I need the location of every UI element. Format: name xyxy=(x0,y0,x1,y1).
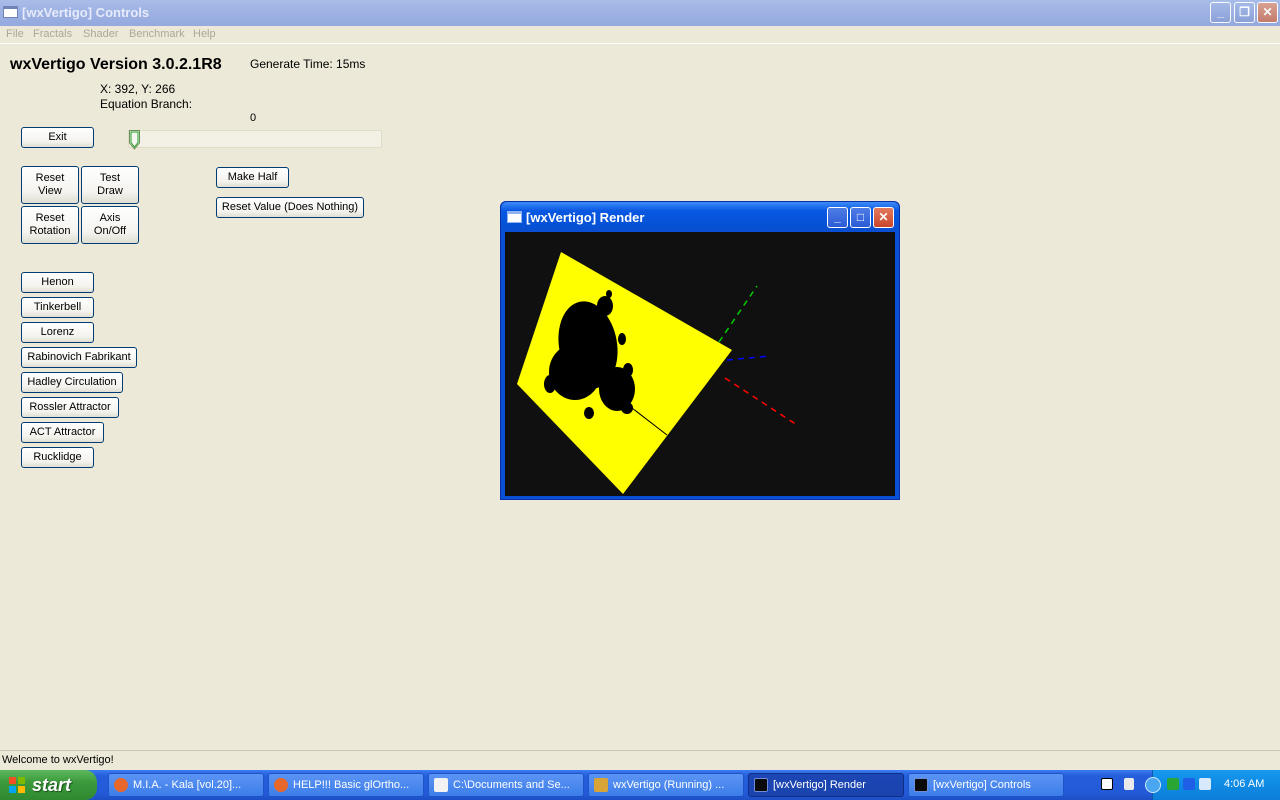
render-maximize-button[interactable]: □ xyxy=(850,207,871,228)
firefox-icon xyxy=(274,778,288,792)
axis-y-line xyxy=(718,285,758,343)
menu-file[interactable]: File xyxy=(6,28,24,40)
menu-bar: File Fractals Shader Benchmark Help xyxy=(0,26,1280,44)
task-label: [wxVertigo] Controls xyxy=(933,779,1031,791)
menu-help[interactable]: Help xyxy=(193,28,216,40)
task-help-glortho[interactable]: HELP!!! Basic glOrtho... xyxy=(268,773,424,797)
task-wxvertigo-render[interactable]: [wxVertigo] Render xyxy=(748,773,904,797)
tray-app-icon[interactable] xyxy=(1167,778,1179,790)
axis-x-line xyxy=(724,377,798,426)
slider-value-label: 0 xyxy=(250,112,257,124)
render-window-icon xyxy=(507,211,522,223)
fractal-rossler-button[interactable]: Rossler Attractor xyxy=(21,397,119,418)
render-minimize-button[interactable]: _ xyxy=(827,207,848,228)
clock: 4:06 AM xyxy=(1224,778,1265,790)
render-window[interactable]: [wxVertigo] Render _ □ ✕ xyxy=(500,201,900,500)
task-wxvertigo-running[interactable]: wxVertigo (Running) ... xyxy=(588,773,744,797)
task-label: wxVertigo (Running) ... xyxy=(613,779,725,791)
minimize-button[interactable]: _ xyxy=(1210,2,1231,23)
fractal-hadley-button[interactable]: Hadley Circulation xyxy=(21,372,123,393)
taskbar: start M.I.A. - Kala [vol.20]... HELP!!! … xyxy=(0,770,1280,800)
menu-benchmark[interactable]: Benchmark xyxy=(129,28,185,40)
tray-expand-icon[interactable] xyxy=(1145,777,1161,793)
task-label: HELP!!! Basic glOrtho... xyxy=(293,779,410,791)
restore-button[interactable]: ❐ xyxy=(1234,2,1255,23)
task-label: M.I.A. - Kala [vol.20]... xyxy=(133,779,242,791)
network-tray-icon[interactable] xyxy=(1124,778,1134,790)
bluetooth-icon[interactable] xyxy=(1183,778,1195,790)
main-title-bar[interactable]: [wxVertigo] Controls _ ❐ ✕ xyxy=(0,0,1280,26)
axis-toggle-button[interactable]: Axis On/Off xyxy=(81,206,139,244)
window-icon xyxy=(3,6,18,18)
render-close-button[interactable]: ✕ xyxy=(873,207,894,228)
reset-view-button[interactable]: Reset View xyxy=(21,166,79,204)
close-button[interactable]: ✕ xyxy=(1257,2,1278,23)
slider-thumb[interactable] xyxy=(129,130,140,150)
status-text: Welcome to wxVertigo! xyxy=(2,754,114,766)
ide-icon xyxy=(594,778,608,792)
task-label: [wxVertigo] Render xyxy=(773,779,866,791)
fractal-act-button[interactable]: ACT Attractor xyxy=(21,422,104,443)
exit-button[interactable]: Exit xyxy=(21,127,94,148)
fractal-henon-button[interactable]: Henon xyxy=(21,272,94,293)
menu-fractals[interactable]: Fractals xyxy=(33,28,72,40)
app-window-icon xyxy=(754,778,768,792)
make-half-button[interactable]: Make Half xyxy=(216,167,289,188)
task-wxvertigo-controls[interactable]: [wxVertigo] Controls xyxy=(908,773,1064,797)
reset-rotation-button[interactable]: Reset Rotation xyxy=(21,206,79,244)
notepad-icon xyxy=(434,778,448,792)
render-window-title: [wxVertigo] Render xyxy=(526,210,645,225)
generate-time-label: Generate Time: 15ms xyxy=(250,57,366,71)
status-bar: Welcome to wxVertigo! xyxy=(0,750,1280,770)
task-label: C:\Documents and Se... xyxy=(453,779,570,791)
app-window-icon xyxy=(914,778,928,792)
start-label: start xyxy=(32,774,72,795)
axis-z-line xyxy=(726,355,771,361)
test-draw-button[interactable]: Test Draw xyxy=(81,166,139,204)
fractal-rucklidge-button[interactable]: Rucklidge xyxy=(21,447,94,468)
menu-shader[interactable]: Shader xyxy=(83,28,118,40)
firefox-icon xyxy=(114,778,128,792)
fractal-lorenz-button[interactable]: Lorenz xyxy=(21,322,94,343)
start-button[interactable]: start xyxy=(0,770,97,800)
system-tray: 4:06 AM xyxy=(1145,770,1280,800)
task-documents[interactable]: C:\Documents and Se... xyxy=(428,773,584,797)
volume-icon[interactable] xyxy=(1199,778,1211,790)
app-version-title: wxVertigo Version 3.0.2.1R8 xyxy=(10,56,222,73)
help-tray-icon[interactable] xyxy=(1101,778,1113,790)
render-canvas[interactable] xyxy=(505,232,895,496)
windows-logo-icon xyxy=(9,777,25,793)
equation-branch-label: Equation Branch: xyxy=(100,97,193,111)
main-window-title: [wxVertigo] Controls xyxy=(22,5,150,20)
fractal-rabinovich-button[interactable]: Rabinovich Fabrikant xyxy=(21,347,137,368)
fractal-tinkerbell-button[interactable]: Tinkerbell xyxy=(21,297,94,318)
equation-branch-slider[interactable] xyxy=(128,130,382,150)
render-title-bar[interactable]: [wxVertigo] Render _ □ ✕ xyxy=(501,202,899,231)
task-mia-kala[interactable]: M.I.A. - Kala [vol.20]... xyxy=(108,773,264,797)
reset-value-button[interactable]: Reset Value (Does Nothing) xyxy=(216,197,364,218)
fractal-render xyxy=(517,252,798,494)
coordinates-label: X: 392, Y: 266 xyxy=(100,82,176,96)
